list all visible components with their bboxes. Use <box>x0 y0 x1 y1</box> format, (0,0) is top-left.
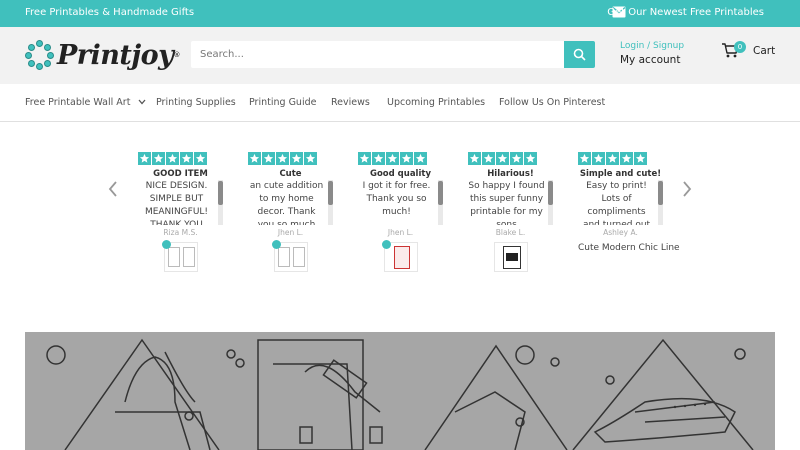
star-icon <box>592 152 605 165</box>
review-scrollbar[interactable] <box>548 180 553 225</box>
star-icon <box>290 152 303 165</box>
nav-item-printing-guide[interactable]: Printing Guide <box>249 97 316 108</box>
nav-item-wall-art[interactable]: Free Printable Wall Art <box>25 97 146 108</box>
search-input[interactable] <box>191 41 564 68</box>
review-card: Cute an cute addition to my home decor. … <box>248 152 333 272</box>
review-card: Simple and cute! Easy to print! Lots of … <box>578 152 680 253</box>
logo-mark-icon <box>25 40 55 70</box>
star-icon <box>166 152 179 165</box>
star-icon <box>180 152 193 165</box>
review-body: Easy to print! Lots of compliments and t… <box>582 181 651 225</box>
nav-item-printing-supplies[interactable]: Printing Supplies <box>156 97 236 108</box>
star-icon <box>578 152 591 165</box>
star-icon <box>468 152 481 165</box>
review-author: Ashley A. <box>603 228 638 237</box>
review-scrollbar[interactable] <box>438 180 443 225</box>
star-icon <box>414 152 427 165</box>
review-author: Riza M.S. <box>163 228 198 237</box>
rating-stars <box>468 152 553 166</box>
review-title: Good quality <box>369 169 431 179</box>
star-icon <box>276 152 289 165</box>
product-thumbnail[interactable] <box>381 240 418 272</box>
star-icon <box>194 152 207 165</box>
search-icon <box>573 48 586 61</box>
nav-item-upcoming-printables[interactable]: Upcoming Printables <box>387 97 485 108</box>
main-nav: Free Printable Wall Art Printing Supplie… <box>0 84 800 122</box>
review-scrollbar[interactable] <box>328 180 333 225</box>
star-icon <box>482 152 495 165</box>
review-title: Simple and cute! <box>579 169 662 179</box>
star-icon <box>524 152 537 165</box>
search-button[interactable] <box>564 41 595 68</box>
star-icon <box>606 152 619 165</box>
product-thumbnail[interactable] <box>271 240 308 272</box>
star-icon <box>496 152 509 165</box>
chevron-down-icon <box>138 99 146 105</box>
review-author: Jhen L. <box>277 228 304 237</box>
star-icon <box>620 152 633 165</box>
rating-stars <box>578 152 663 166</box>
star-icon <box>386 152 399 165</box>
search-bar <box>191 41 595 68</box>
login-signup-link[interactable]: Login / Signup <box>620 41 684 51</box>
star-icon <box>152 152 165 165</box>
hero-line-art-illustration <box>46 338 754 450</box>
review-title: GOOD ITEM <box>153 169 208 179</box>
review-body: I got it for free. Thank you so much! <box>362 181 431 217</box>
star-icon <box>248 152 261 165</box>
rating-stars <box>358 152 443 166</box>
nav-item-pinterest[interactable]: Follow Us On Pinterest <box>499 97 605 108</box>
star-icon <box>510 152 523 165</box>
review-card: Good quality I got it for free. Thank yo… <box>358 152 443 272</box>
star-icon <box>634 152 647 165</box>
product-thumbnail[interactable] <box>161 240 198 272</box>
star-icon <box>372 152 385 165</box>
star-icon <box>138 152 151 165</box>
review-title: Cute <box>279 169 302 179</box>
newsletter-link[interactable]: Get Our Newest Free Printables <box>607 7 764 18</box>
review-scrollbar[interactable] <box>658 180 663 225</box>
rating-stars <box>248 152 333 166</box>
product-link[interactable]: Cute Modern Chic Line <box>578 243 680 253</box>
review-body: So happy I found this super funny printa… <box>468 181 545 225</box>
review-card: GOOD ITEM NICE DESIGN. SIMPLE BUT MEANIN… <box>138 152 223 272</box>
cart-button[interactable]: 0 Cart <box>721 41 776 58</box>
announcement-text: Free Printables & Handmade Gifts <box>25 7 195 18</box>
carousel-next-arrow-icon[interactable] <box>681 180 693 198</box>
review-title: Hilarious! <box>487 169 534 179</box>
rating-stars <box>138 152 223 166</box>
account-block[interactable]: Login / Signup My account <box>620 41 684 66</box>
review-body: NICE DESIGN. SIMPLE BUT MEANINGFUL! THAN… <box>144 181 209 225</box>
star-icon <box>262 152 275 165</box>
star-icon <box>304 152 317 165</box>
cart-label: Cart <box>753 45 776 57</box>
product-thumbnail[interactable] <box>493 242 528 272</box>
site-header: Printjoy ® Login / Signup My account 0 C… <box>0 27 800 84</box>
logo[interactable]: Printjoy ® <box>25 38 180 72</box>
my-account-link[interactable]: My account <box>620 54 684 66</box>
star-icon <box>358 152 371 165</box>
registered-mark: ® <box>173 51 181 59</box>
cart-count-badge: 0 <box>734 41 746 53</box>
review-card: Hilarious! So happy I found this super f… <box>468 152 553 272</box>
review-body: an cute addition to my home decor. Thank… <box>249 181 324 225</box>
carousel-prev-arrow-icon[interactable] <box>107 180 119 198</box>
review-author: Jhen L. <box>387 228 414 237</box>
logo-text: Printjoy <box>57 39 174 71</box>
announcement-bar: Free Printables & Handmade Gifts Get Our… <box>0 0 800 27</box>
nav-item-reviews[interactable]: Reviews <box>331 97 370 108</box>
nav-item-label: Free Printable Wall Art <box>25 97 131 108</box>
hero-banner <box>25 332 775 450</box>
review-author: Blake L. <box>495 228 526 237</box>
star-icon <box>400 152 413 165</box>
review-scrollbar[interactable] <box>218 180 223 225</box>
